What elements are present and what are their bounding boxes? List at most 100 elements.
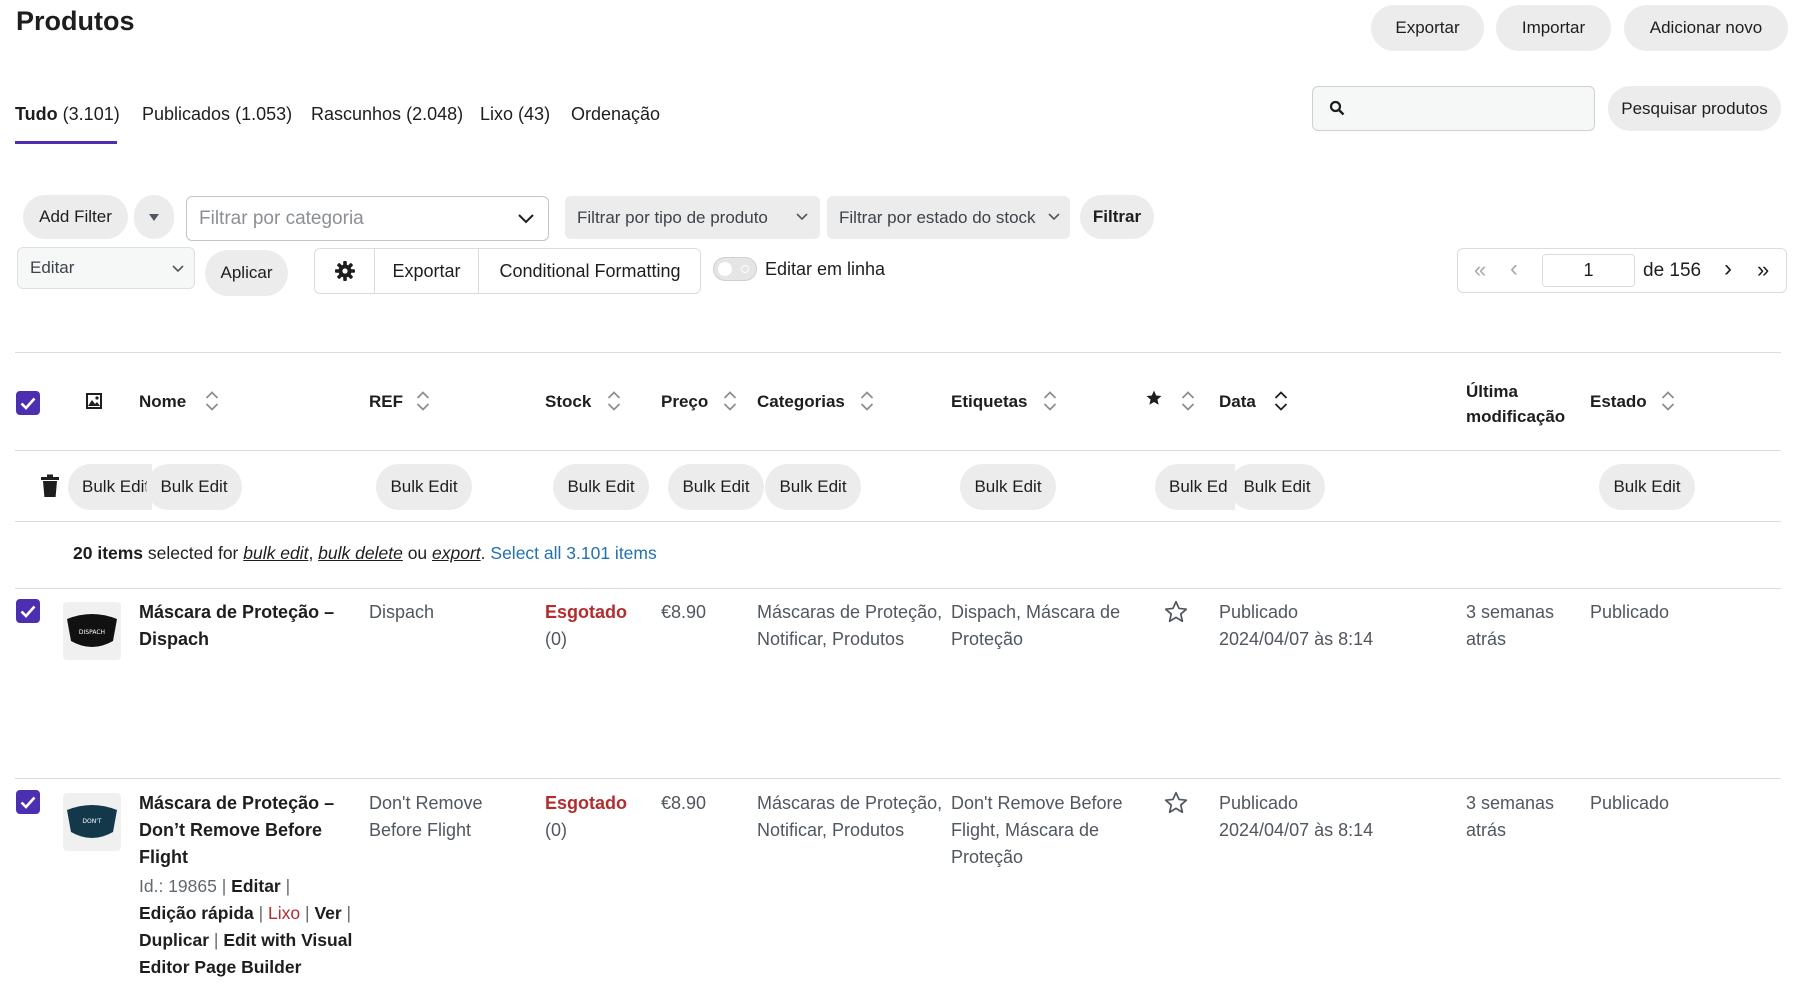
product-thumbnail[interactable]: DON'T [63,793,121,851]
next-page-button[interactable]: › [1724,255,1732,283]
check-icon [20,397,36,410]
column-header-modified[interactable]: Última modificação [1466,379,1565,429]
tab-trash[interactable]: Lixo (43) [480,104,550,125]
bulk-edit-name-button[interactable]: Bulk Edit [68,464,152,510]
bulk-edit-stock-button[interactable]: Bulk Edit [553,464,649,510]
add-filter-button[interactable]: Add Filter [23,195,128,239]
bulk-edit-date-button[interactable]: Bulk Edit [1229,464,1325,510]
prev-page-button[interactable]: ‹ [1510,255,1518,283]
tab-trash-label: Lixo [480,104,514,124]
tab-sorting[interactable]: Ordenação [571,104,660,125]
modified-cell: 3 semanas atrás [1466,790,1554,844]
current-page-input[interactable]: 1 [1542,254,1635,287]
edit-with-visual-editor-link-cont[interactable]: Editor Page Builder [139,957,301,977]
sort-icon[interactable] [205,390,219,412]
toggle-knob [718,262,732,276]
column-header-status[interactable]: Estado [1590,392,1647,412]
category-line: Máscaras de Proteção, [757,793,943,813]
categories-cell: Máscaras de Proteção, Notificar, Produto… [757,790,942,844]
view-link[interactable]: Ver [314,903,341,923]
export-button[interactable]: Exportar [1371,5,1484,51]
edit-link[interactable]: Editar [231,876,281,896]
export-link[interactable]: export [432,543,481,563]
tab-all-label: Tudo [15,104,58,124]
tab-drafts-count: (2.048) [406,104,464,124]
add-new-button[interactable]: Adicionar novo [1624,5,1788,51]
bulk-delete-trash-icon[interactable] [40,474,60,503]
first-page-button[interactable]: « [1474,257,1486,283]
gear-icon [334,261,355,281]
column-header-stock[interactable]: Stock [545,392,591,412]
sku-line: Before Flight [369,820,472,840]
trash-link[interactable]: Lixo [268,903,300,923]
bulk-edit-link[interactable]: bulk edit [243,543,308,563]
sort-icon[interactable] [1274,390,1288,412]
bulk-edit-status-button[interactable]: Bulk Edit [1599,464,1695,510]
category-filter-placeholder: Filtrar por categoria [199,207,364,229]
sort-icon[interactable] [1043,390,1057,412]
tab-published[interactable]: Publicados (1.053) [142,104,292,125]
stock-qty: (0) [545,820,567,840]
quick-edit-link[interactable]: Edição rápida [139,903,254,923]
product-name-link[interactable]: Máscara de Proteção – Don’t Remove Befor… [139,790,334,871]
add-filter-dropdown-toggle[interactable] [134,195,174,239]
column-header-sku[interactable]: REF [369,392,403,412]
column-header-tags[interactable]: Etiquetas [951,392,1028,412]
tab-drafts[interactable]: Rascunhos (2.048) [311,104,463,125]
toolbar-export-button[interactable]: Exportar [375,249,479,293]
bulk-edit-name-button[interactable]: Bulk Edit [146,464,242,510]
stock-status: Esgotado [545,602,628,622]
column-header-price[interactable]: Preço [661,392,708,412]
featured-column-star-icon [1145,389,1163,412]
check-icon [20,796,36,809]
sort-icon[interactable] [416,390,430,412]
sku-cell: Don't Remove Before Flight [369,790,482,844]
product-name-link[interactable]: Máscara de Proteção – Dispach [139,599,334,653]
sort-icon[interactable] [1181,390,1195,412]
bulk-edit-categories-button[interactable]: Bulk Edit [765,464,861,510]
product-thumbnail[interactable]: DISPACH [63,602,121,660]
search-input[interactable] [1312,86,1595,131]
sort-icon[interactable] [607,390,621,412]
sort-icon[interactable] [860,390,874,412]
last-page-button[interactable]: » [1757,257,1769,283]
tags-cell: Dispach, Máscara de Proteção [951,599,1120,653]
featured-star-icon[interactable] [1163,790,1189,821]
column-header-categories[interactable]: Categorias [757,392,845,412]
selected-count: 20 items [73,543,144,563]
conditional-formatting-button[interactable]: Conditional Formatting [479,249,701,293]
bulk-edit-tags-button[interactable]: Bulk Edit [960,464,1056,510]
bulk-delete-link[interactable]: bulk delete [318,543,403,563]
select-all-checkbox[interactable] [16,391,40,415]
filter-button[interactable]: Filtrar [1080,195,1154,239]
apply-button[interactable]: Aplicar [205,250,288,296]
bulk-edit-sku-button[interactable]: Bulk Edit [376,464,472,510]
sort-icon[interactable] [723,390,737,412]
stock-status-filter-label: Filtrar por estado do stock [839,207,1036,227]
import-button[interactable]: Importar [1496,5,1611,51]
sku-line: Don't Remove [369,793,483,813]
bulk-edit-featured-button[interactable]: Bulk Ed [1155,464,1235,510]
search-products-button[interactable]: Pesquisar produtos [1608,86,1781,131]
price-cell: €8.90 [661,793,707,813]
column-header-date[interactable]: Data [1219,392,1256,412]
bulk-action-select[interactable]: Editar [17,247,195,289]
edit-with-visual-editor-link[interactable]: Edit with Visual [223,930,352,950]
modified-line: 3 semanas [1466,602,1555,622]
inline-edit-toggle[interactable] [713,257,757,281]
bulk-edit-price-button[interactable]: Bulk Edit [668,464,764,510]
row-checkbox[interactable] [16,599,40,623]
column-header-name[interactable]: Nome [139,392,186,412]
column-settings-button[interactable] [315,249,375,293]
chevron-down-icon [796,213,808,221]
duplicate-link[interactable]: Duplicar [139,930,209,950]
select-all-items-link[interactable]: Select all 3.101 items [490,543,656,563]
stock-status-filter-select[interactable]: Filtrar por estado do stock [827,196,1070,239]
product-type-filter-select[interactable]: Filtrar por tipo de produto [565,196,820,239]
row-checkbox[interactable] [16,790,40,814]
featured-star-icon[interactable] [1163,599,1189,630]
tab-all[interactable]: Tudo (3.101) [15,104,120,125]
chevron-down-icon [518,214,534,224]
sort-icon[interactable] [1661,390,1675,412]
category-filter-select[interactable]: Filtrar por categoria [186,196,549,241]
